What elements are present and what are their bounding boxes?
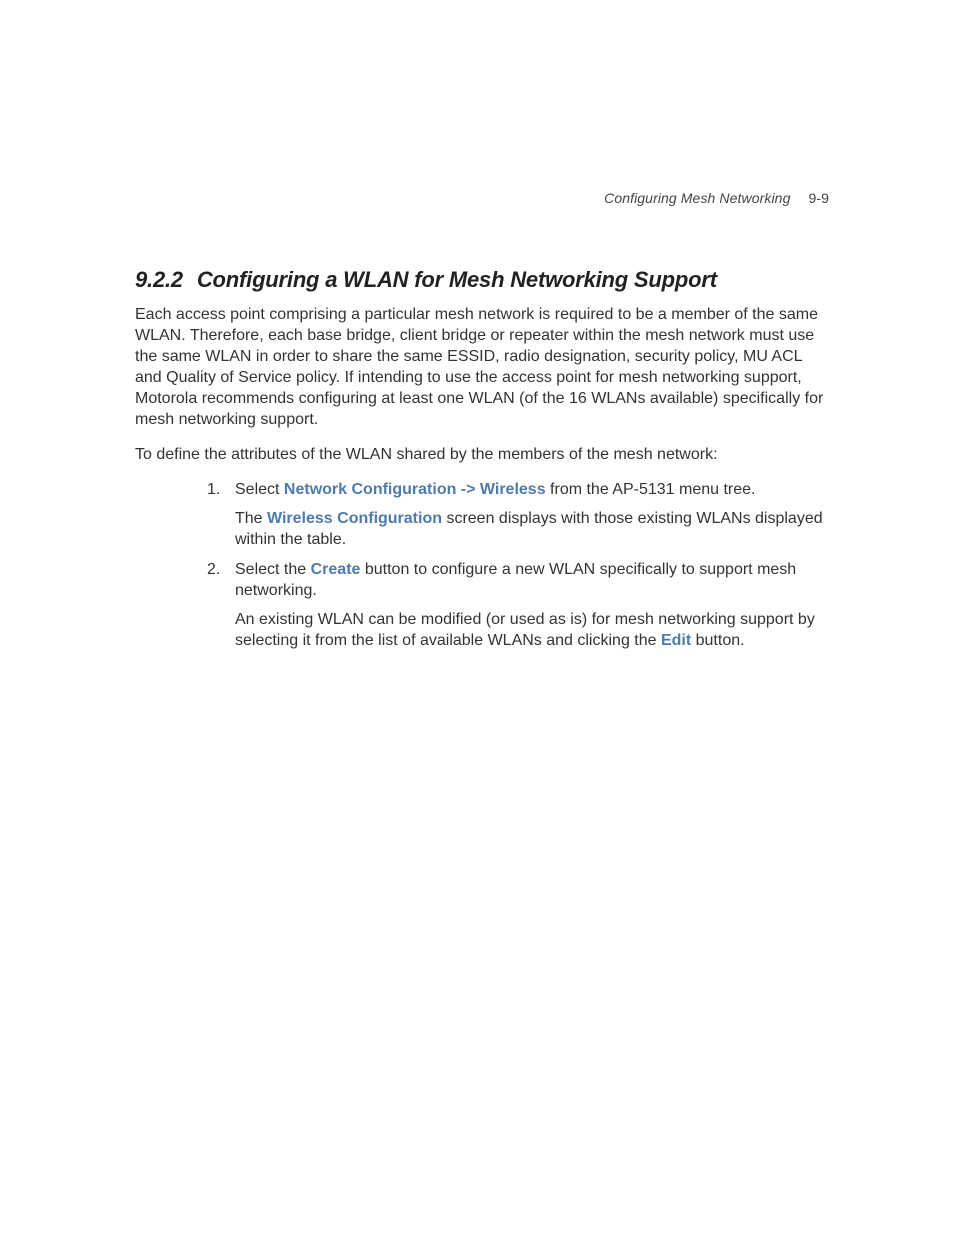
section-title: Configuring a WLAN for Mesh Networking S… xyxy=(197,267,717,292)
step-text: Select the Create button to configure a … xyxy=(235,561,796,599)
list-item: Select the Create button to configure a … xyxy=(213,559,829,651)
ui-path: Network Configuration -> Wireless xyxy=(284,481,546,498)
text-run: from the AP-5131 menu tree. xyxy=(546,481,756,498)
step-sub: The Wireless Configuration screen displa… xyxy=(235,508,829,550)
ui-screen-name: Wireless Configuration xyxy=(267,510,442,527)
page-number: 9-9 xyxy=(808,190,829,206)
ui-button-name: Create xyxy=(311,561,361,578)
text-run: The xyxy=(235,510,267,527)
list-item: Select Network Configuration -> Wireless… xyxy=(213,479,829,550)
text-run: button. xyxy=(691,632,744,649)
text-run: Select the xyxy=(235,561,311,578)
intro-paragraph: Each access point comprising a particula… xyxy=(135,304,829,431)
running-header: Configuring Mesh Networking 9-9 xyxy=(135,190,829,206)
section-heading: 9.2.2 Configuring a WLAN for Mesh Networ… xyxy=(135,266,829,294)
step-sub: An existing WLAN can be modified (or use… xyxy=(235,609,829,651)
section-number: 9.2.2 xyxy=(135,267,183,292)
lead-paragraph: To define the attributes of the WLAN sha… xyxy=(135,444,829,465)
ui-button-name: Edit xyxy=(661,632,691,649)
step-text: Select Network Configuration -> Wireless… xyxy=(235,481,755,498)
text-run: Select xyxy=(235,481,284,498)
page: Configuring Mesh Networking 9-9 9.2.2 Co… xyxy=(0,0,954,651)
step-list: Select Network Configuration -> Wireless… xyxy=(135,479,829,651)
running-title: Configuring Mesh Networking xyxy=(604,190,790,206)
